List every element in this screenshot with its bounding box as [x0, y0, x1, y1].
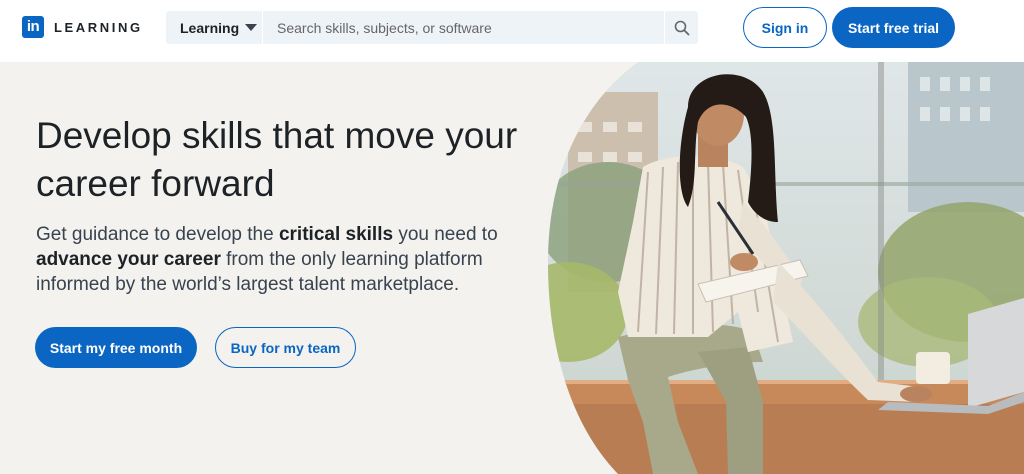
hero-subtitle-bold: advance your career [36, 249, 221, 270]
hero-title: Develop skills that move your career for… [36, 115, 518, 204]
logo-wordmark: LEARNING [54, 19, 143, 35]
search-input[interactable] [263, 11, 664, 44]
hero-subtitle-text: you need to [393, 224, 498, 245]
hero-subtitle: Get guidance to develop the critical ski… [36, 222, 536, 297]
linkedin-learning-logo[interactable]: in LEARNING [22, 16, 143, 38]
hero-photo [548, 62, 1024, 474]
search-icon [674, 20, 689, 35]
buy-for-team-button[interactable]: Buy for my team [215, 327, 356, 368]
hero-section: Develop skills that move your career for… [0, 62, 1024, 474]
search-button[interactable] [664, 11, 698, 44]
linkedin-logo-icon: in [22, 16, 44, 38]
search-category-dropdown[interactable]: Learning [166, 11, 263, 44]
hero-subtitle-bold: critical skills [278, 224, 394, 245]
search-category-label: Learning [180, 19, 240, 36]
start-free-trial-button[interactable]: Start free trial [832, 7, 955, 48]
hero-subtitle-text: Get guidance to develop the [36, 224, 279, 245]
sign-in-button[interactable]: Sign in [743, 7, 827, 48]
search-bar: Learning [166, 11, 698, 44]
top-navigation: in LEARNING Learning Sign in Start free … [0, 0, 1024, 62]
start-free-month-button[interactable]: Start my free month [35, 327, 197, 368]
caret-down-icon [245, 24, 258, 31]
